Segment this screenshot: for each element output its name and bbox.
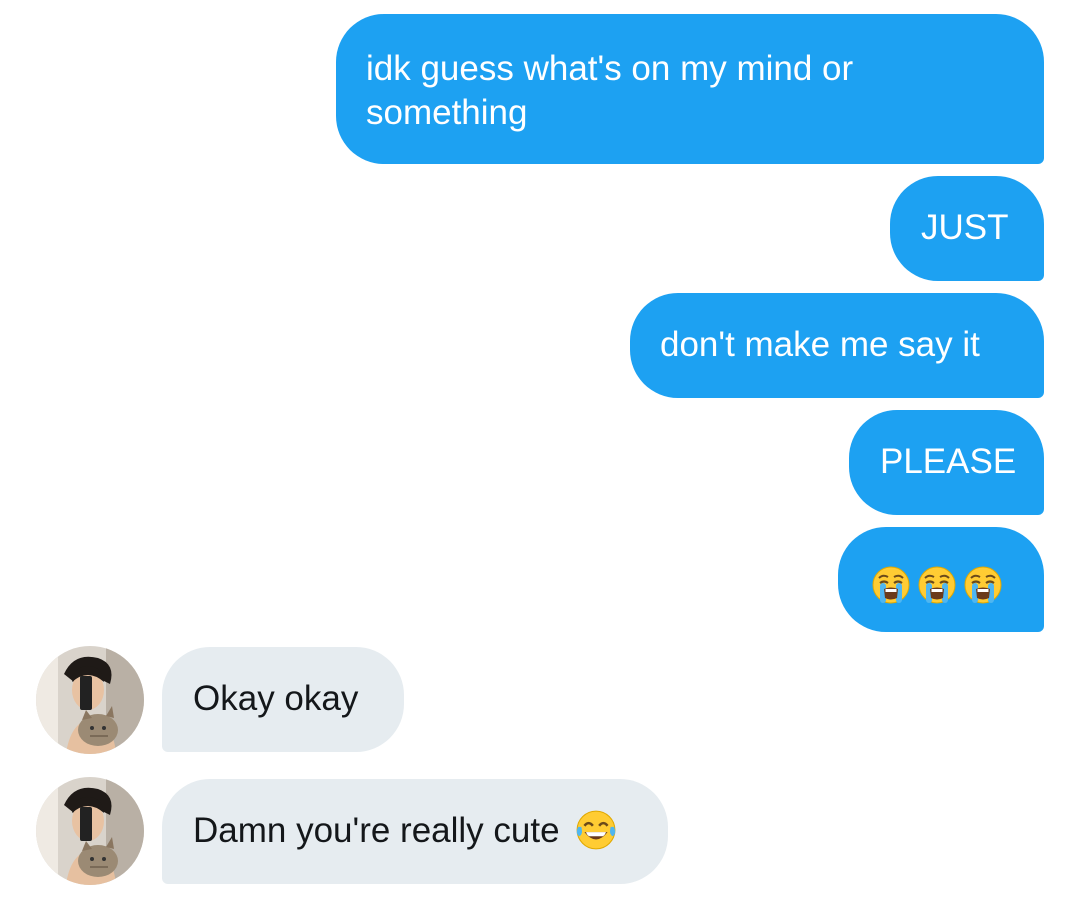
message-text: idk guess what's on my mind or something <box>366 49 854 132</box>
message-bubble[interactable]: idk guess what's on my mind or something <box>336 14 1044 164</box>
face-with-tears-of-joy-icon <box>575 809 617 851</box>
message-text: Okay okay <box>193 679 359 718</box>
message-text: Damn you're really cute <box>193 811 560 850</box>
message-text: JUST <box>921 208 1009 247</box>
loudly-crying-face-icon <box>917 565 957 605</box>
message-bubble[interactable]: JUST <box>890 176 1044 281</box>
message-text: PLEASE <box>880 442 1017 481</box>
message-bubble[interactable]: don't make me say it <box>630 293 1044 398</box>
sender-avatar[interactable] <box>36 646 144 754</box>
emoji-message-bubble[interactable] <box>838 527 1044 632</box>
message-bubble[interactable]: PLEASE <box>849 410 1044 515</box>
loudly-crying-face-icon <box>871 565 911 605</box>
message-bubble[interactable]: Damn you're really cute <box>162 779 668 884</box>
message-text: don't make me say it <box>660 325 980 364</box>
sender-avatar[interactable] <box>36 777 144 885</box>
loudly-crying-face-icon <box>963 565 1003 605</box>
message-bubble[interactable]: Okay okay <box>162 647 404 752</box>
